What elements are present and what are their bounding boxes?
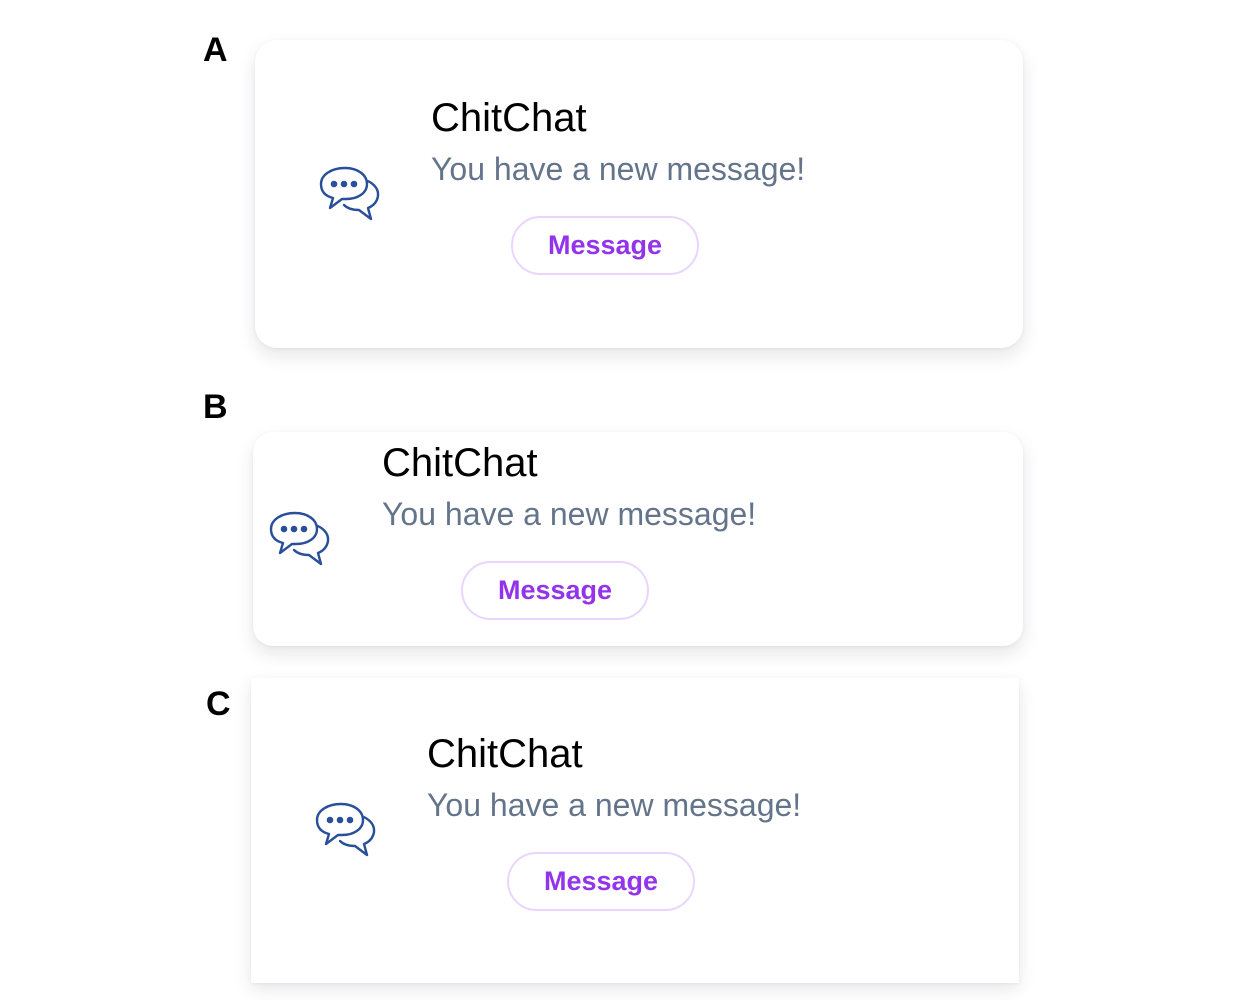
card-message-text: You have a new message!: [427, 787, 802, 823]
message-button[interactable]: Message: [511, 216, 699, 275]
card-title: ChitChat: [382, 441, 538, 485]
card-message-text: You have a new message!: [382, 496, 757, 532]
message-button[interactable]: Message: [507, 852, 695, 911]
panel-label-b: B: [203, 388, 228, 426]
card-message-text: You have a new message!: [431, 151, 806, 187]
chat-bubbles-icon: [315, 802, 379, 858]
chat-bubbles-icon: [269, 511, 333, 567]
chat-bubbles-icon: [319, 166, 383, 222]
notification-card-a: ChitChat You have a new message! Message: [255, 40, 1023, 348]
notification-card-b: ChitChat You have a new message! Message: [253, 432, 1023, 646]
message-button[interactable]: Message: [461, 561, 649, 620]
panel-label-c: C: [206, 685, 231, 723]
card-title: ChitChat: [427, 732, 583, 776]
panel-label-a: A: [203, 31, 228, 69]
card-title: ChitChat: [431, 96, 587, 140]
notification-card-c: ChitChat You have a new message! Message: [251, 678, 1019, 983]
page: A ChitChat You have a new message! Messa…: [0, 0, 1244, 1000]
